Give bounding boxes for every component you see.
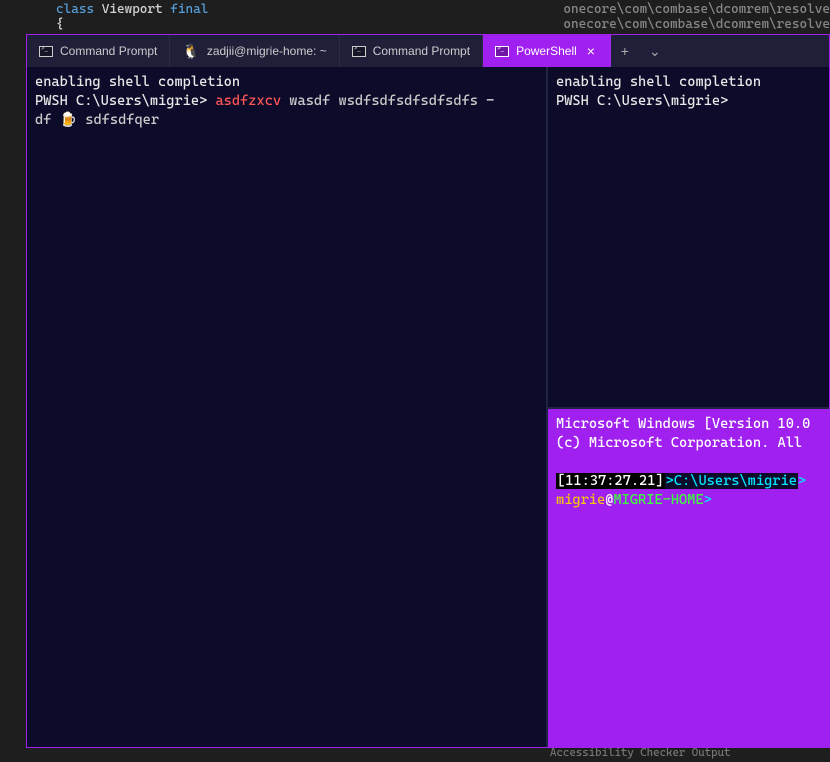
terminal-pane-right-bottom[interactable]: Microsoft Windows [Version 10.0 (c) Micr… [548,407,829,747]
prompt-host: MIGRIE-HOME [613,492,703,508]
prompt-user: migrie [556,492,605,508]
terminal-pane-right-top[interactable]: enabling shell completion PWSH C:\Users\… [548,67,829,407]
output-line: onecore\com\combase\dcomrem\resolve [563,17,830,32]
prompt-text: PWSH C:\Users\migrie> [35,93,207,109]
tab-command-prompt-1[interactable]: Command Prompt [27,35,170,67]
tab-command-prompt-2[interactable]: Command Prompt [340,35,483,67]
command-cont: df [35,112,51,128]
tab-label: Command Prompt [60,44,157,58]
prompt-gt: > [704,492,712,508]
prompt-text: PWSH C:\Users\migrie> [556,93,728,109]
beer-icon: 🍺 [60,112,77,128]
prompt-time: [11:37:27.21] [556,473,665,489]
command-arg: wasdf wsdfsdfsdfsdfsdfs [289,93,478,109]
output-line: onecore\com\combase\dcomrem\resolve [563,2,830,17]
brace-open: { [56,17,64,32]
prompt-end: > [798,473,806,489]
command-dash: - [486,93,494,109]
pane-area: enabling shell completion PWSH C:\Users\… [27,67,829,747]
output-line: (c) Microsoft Corporation. All [556,435,802,451]
cmd-icon [352,46,366,57]
class-name: Viewport [102,2,163,17]
tab-controls: + ⌄ [611,35,671,67]
terminal-pane-left[interactable]: enabling shell completion PWSH C:\Users\… [27,67,546,747]
keyword-final: final [170,2,208,17]
editor-right-output: onecore\com\combase\dcomrem\resolve onec… [563,2,830,32]
output-line: Microsoft Windows [Version 10.0 [556,416,810,432]
command-rest: sdfsdfqer [85,112,159,128]
prompt-arrow: > [666,473,674,489]
tab-dropdown-button[interactable]: ⌄ [639,43,671,60]
pane-right-column: enabling shell completion PWSH C:\Users\… [546,67,829,747]
new-tab-button[interactable]: + [611,43,639,59]
terminal-window: Command Prompt 🐧 zadjii@migrie-home: ~ C… [26,34,830,748]
tab-label: zadjii@migrie-home: ~ [207,44,327,58]
cmd-icon [39,46,53,57]
command-invalid: asdfzxcv [215,93,281,109]
editor-gutter [0,0,20,762]
tab-wsl[interactable]: 🐧 zadjii@migrie-home: ~ [170,35,339,67]
editor-status-bar: Accessibility Checker Output [0,746,830,762]
output-line: enabling shell completion [556,74,761,90]
tab-label: PowerShell [516,44,577,58]
cmd-icon [495,46,509,57]
close-tab-button[interactable]: × [584,44,598,58]
keyword-class: class [56,2,94,17]
tab-bar: Command Prompt 🐧 zadjii@migrie-home: ~ C… [27,35,829,67]
prompt-path: C:\Users\migrie [674,473,797,489]
tab-powershell[interactable]: PowerShell × [483,35,611,67]
tux-icon: 🐧 [182,43,199,60]
output-line: enabling shell completion [35,74,240,90]
tab-label: Command Prompt [373,44,470,58]
editor-code: class Viewport final { [56,2,208,32]
prompt-path-segment: >C:\Users\migrie [665,473,798,489]
